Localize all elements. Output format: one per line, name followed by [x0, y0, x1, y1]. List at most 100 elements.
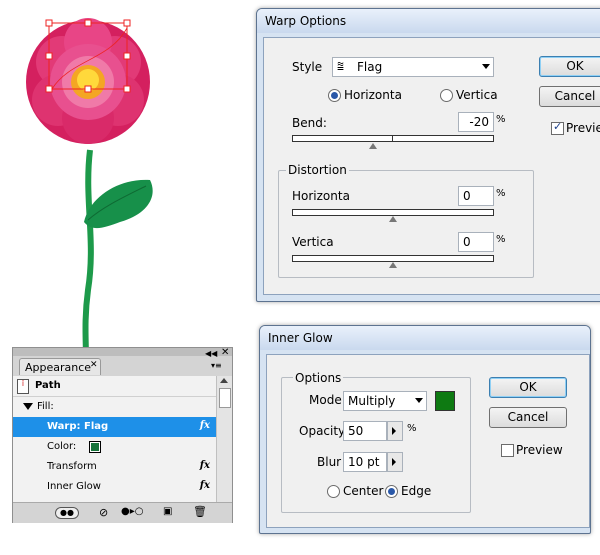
- bend-label: Bend:: [292, 116, 327, 130]
- glow-color-swatch[interactable]: [435, 391, 455, 411]
- scroll-up-icon[interactable]: [220, 378, 228, 383]
- distortion-vertical-label: Vertica: [292, 235, 334, 249]
- flower-head: [26, 18, 150, 144]
- fill-row[interactable]: Fill:: [13, 397, 216, 417]
- distortion-vertical-value: 0: [463, 235, 471, 249]
- appearance-panel: ◀◀ ✕ Appearance ✕ ▾≡ ǐ Path Fill: Warp: …: [12, 347, 233, 523]
- collapse-icon[interactable]: ◀◀: [205, 349, 217, 358]
- cancel-button[interactable]: Cancel: [539, 86, 600, 107]
- mode-dropdown[interactable]: Multiply: [343, 391, 427, 411]
- checkmark-icon: ✓: [553, 120, 563, 133]
- center-radio[interactable]: [327, 485, 340, 498]
- inner-glow-label: Inner Glow: [47, 481, 101, 492]
- style-dropdown[interactable]: ⩰ Flag: [332, 57, 494, 77]
- opacity-stepper[interactable]: [387, 421, 403, 441]
- opacity-percent: %: [407, 423, 417, 434]
- distortion-vertical-percent: %: [496, 234, 506, 245]
- cancel-button[interactable]: Cancel: [489, 407, 567, 428]
- reduce-to-basic-appearance-icon[interactable]: ●▸○: [121, 506, 143, 517]
- fx-icon[interactable]: fx: [200, 420, 210, 431]
- blur-label: Blur: [317, 455, 342, 469]
- preview-label: Preview: [566, 121, 600, 135]
- chevron-right-icon: [392, 458, 396, 466]
- chevron-down-icon: [415, 398, 423, 403]
- appearance-list: ǐ Path Fill: Warp: Flag fx Color: Transf…: [13, 376, 232, 502]
- warp-options-title: Warp Options: [265, 14, 347, 28]
- inner-glow-dialog: Inner Glow Options Mode Multiply Opacity…: [259, 325, 591, 534]
- inner-glow-client: Options Mode Multiply Opacity 50 % Blur …: [266, 354, 590, 528]
- scrollbar[interactable]: [216, 376, 232, 502]
- warp-flag-label: Warp: Flag: [47, 421, 109, 432]
- color-label: Color:: [47, 441, 77, 452]
- close-panel-icon[interactable]: ✕: [221, 347, 229, 358]
- warp-flag-row[interactable]: Warp: Flag fx: [13, 417, 216, 437]
- warp-options-dialog: Warp Options Style ⩰ Flag Horizonta Vert…: [256, 8, 600, 302]
- inner-glow-titlebar[interactable]: Inner Glow: [260, 326, 590, 350]
- scroll-thumb[interactable]: [219, 388, 231, 408]
- inner-glow-title: Inner Glow: [268, 331, 333, 345]
- distortion-horizontal-percent: %: [496, 188, 506, 199]
- distortion-horizontal-value: 0: [463, 189, 471, 203]
- appearance-tab[interactable]: Appearance ✕: [19, 358, 101, 375]
- edge-radio-label: Edge: [401, 484, 432, 498]
- fx-icon[interactable]: fx: [200, 460, 210, 471]
- distortion-label: Distortion: [286, 163, 349, 177]
- distortion-horizontal-slider-track[interactable]: [292, 209, 494, 216]
- vertical-radio[interactable]: [440, 89, 453, 102]
- path-label: Path: [35, 380, 61, 391]
- flower-artwork: [26, 18, 153, 360]
- distortion-vertical-slider-thumb[interactable]: [389, 262, 397, 268]
- flag-style-icon: ⩰: [337, 59, 345, 73]
- bend-value: -20: [469, 115, 489, 129]
- transform-label: Transform: [47, 461, 97, 472]
- distortion-horizontal-slider-thumb[interactable]: [389, 216, 397, 222]
- preview-label: Preview: [516, 443, 563, 457]
- distortion-horizontal-input[interactable]: 0: [458, 186, 494, 206]
- fx-icon[interactable]: fx: [200, 480, 210, 491]
- panel-header: [13, 348, 232, 356]
- opacity-label: Opacity: [299, 424, 346, 438]
- close-tab-icon[interactable]: ✕: [90, 360, 98, 370]
- delete-trash-icon[interactable]: 🗑: [193, 505, 207, 518]
- options-label: Options: [293, 371, 344, 385]
- new-art-maintains-appearance-icon[interactable]: ●●: [55, 507, 79, 519]
- fill-color-swatch[interactable]: [89, 441, 101, 453]
- bend-slider-track[interactable]: [292, 135, 494, 142]
- blur-input[interactable]: 10 pt: [343, 452, 387, 472]
- mode-label: Mode: [309, 393, 342, 407]
- opacity-input[interactable]: 50: [343, 421, 387, 441]
- vertical-radio-label: Vertica: [456, 88, 498, 102]
- path-thumbnail-icon: ǐ: [17, 379, 29, 394]
- bend-input[interactable]: -20: [458, 112, 494, 132]
- style-value: Flag: [357, 60, 383, 74]
- blur-stepper[interactable]: [387, 452, 403, 472]
- warp-options-client: Style ⩰ Flag Horizonta Vertica Bend: -20…: [263, 37, 600, 295]
- bend-slider-thumb[interactable]: [369, 143, 377, 149]
- chevron-down-icon: [482, 64, 490, 69]
- center-radio-label: Center: [343, 484, 384, 498]
- path-row[interactable]: ǐ Path: [13, 376, 216, 397]
- duplicate-item-icon[interactable]: ▣: [163, 506, 172, 517]
- ok-button[interactable]: OK: [489, 377, 567, 398]
- mode-value: Multiply: [348, 394, 396, 408]
- color-row[interactable]: Color:: [13, 437, 216, 457]
- chevron-right-icon: [392, 427, 396, 435]
- inner-glow-row[interactable]: Inner Glow fx: [13, 477, 216, 497]
- appearance-tab-label: Appearance: [25, 361, 92, 374]
- preview-checkbox[interactable]: [501, 444, 514, 457]
- distortion-vertical-input[interactable]: 0: [458, 232, 494, 252]
- expand-triangle-icon[interactable]: [23, 403, 33, 410]
- clear-appearance-icon[interactable]: ⊘: [99, 506, 108, 519]
- bend-percent: %: [496, 114, 506, 125]
- warp-options-titlebar[interactable]: Warp Options: [257, 9, 600, 33]
- horizontal-radio[interactable]: [328, 89, 341, 102]
- transform-row[interactable]: Transform fx: [13, 457, 216, 477]
- style-label: Style: [292, 60, 323, 74]
- distortion-vertical-slider-track[interactable]: [292, 255, 494, 262]
- opacity-value: 50: [348, 424, 364, 438]
- edge-radio[interactable]: [385, 485, 398, 498]
- ok-button[interactable]: OK: [539, 56, 600, 77]
- panel-menu-icon[interactable]: ▾≡: [211, 361, 222, 370]
- fill-label: Fill:: [37, 401, 54, 412]
- preview-checkbox[interactable]: ✓: [551, 120, 564, 135]
